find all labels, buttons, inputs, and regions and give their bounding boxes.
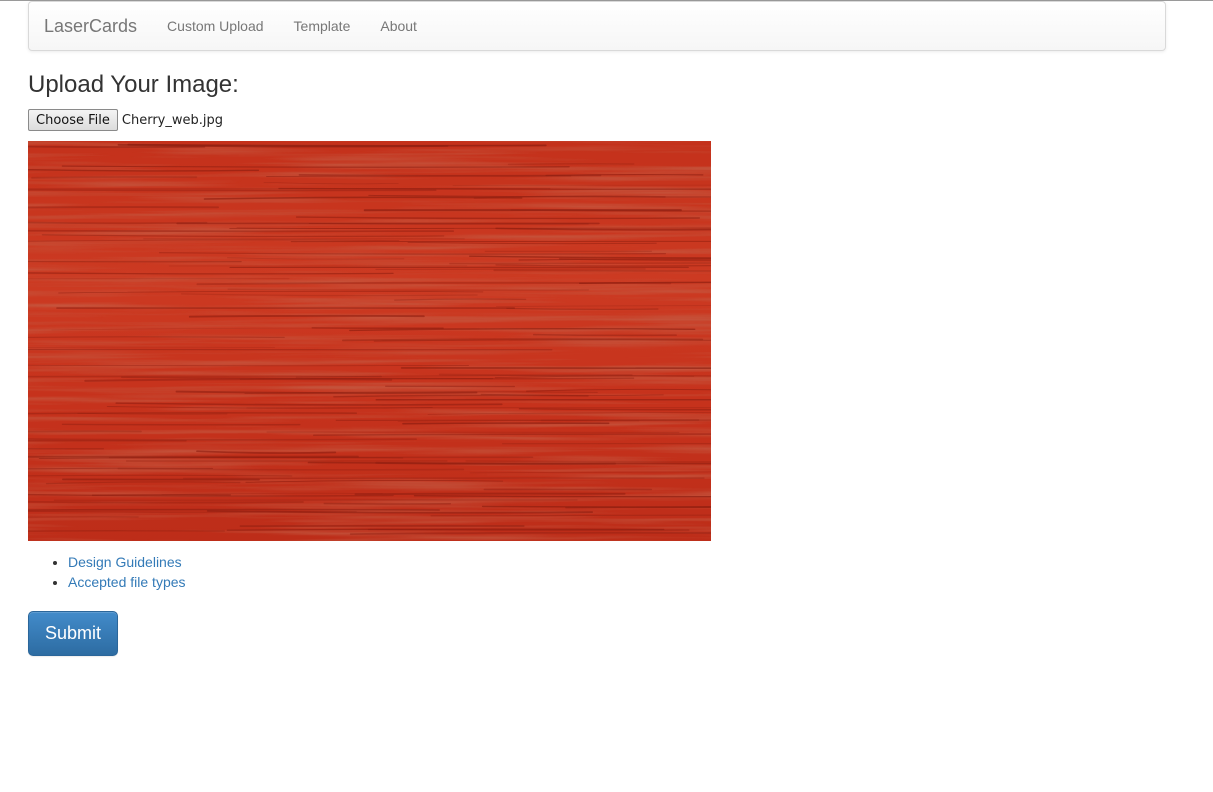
file-input[interactable]: Choose File Cherry_web.jpg	[28, 109, 223, 131]
nav-item-custom-upload: Custom Upload	[152, 2, 279, 50]
uploaded-image-preview	[28, 141, 711, 541]
navbar: LaserCards Custom Upload Template About	[28, 1, 1166, 51]
accepted-file-types-link[interactable]: Accepted file types	[68, 574, 186, 590]
help-link-item: Design Guidelines	[68, 552, 186, 572]
choose-file-button[interactable]: Choose File	[28, 109, 118, 131]
upload-heading: Upload Your Image:	[28, 71, 239, 98]
nav-item-about: About	[365, 2, 432, 50]
nav-link-custom-upload[interactable]: Custom Upload	[152, 2, 279, 50]
design-guidelines-link[interactable]: Design Guidelines	[68, 554, 182, 570]
navbar-brand[interactable]: LaserCards	[44, 16, 137, 37]
nav-link-about[interactable]: About	[365, 2, 432, 50]
nav-item-template: Template	[279, 2, 366, 50]
help-links: Design Guidelines Accepted file types	[28, 552, 186, 592]
submit-button[interactable]: Submit	[28, 611, 118, 656]
nav-link-template[interactable]: Template	[279, 2, 366, 50]
help-link-item: Accepted file types	[68, 572, 186, 592]
selected-file-name: Cherry_web.jpg	[121, 112, 223, 128]
nav-list: Custom Upload Template About	[152, 2, 432, 50]
